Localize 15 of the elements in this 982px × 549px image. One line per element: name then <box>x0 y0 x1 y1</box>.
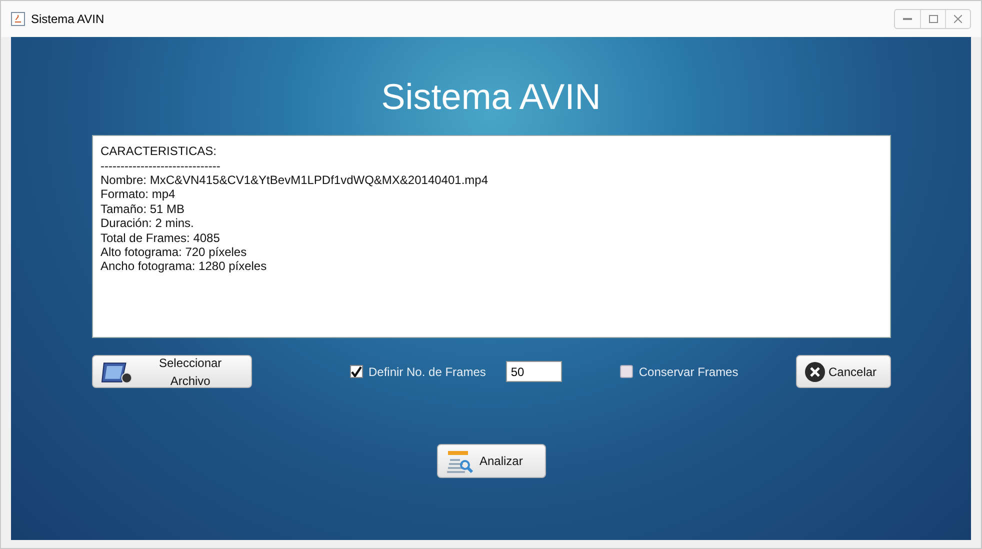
frames-field[interactable]: 50 <box>506 361 562 382</box>
window-title: Sistema AVIN <box>31 11 104 28</box>
keep-frames-checkbox[interactable] <box>620 365 633 378</box>
details-text: CARACTERISTICAS: ------------------------------ Nombre: MxC&VN415&CV1&YtBevM1LPDf1vdWQ&MX&20140401.mp4 Formato: mp4 Tamaño: 51 MB Duración: 2 mins. Total de Frames: 4085 Alto fotograma: 720 píxeles Ancho fotograma: 1280 píxeles <box>92 135 890 338</box>
analyze-button[interactable]: Analizar <box>436 444 546 478</box>
analyze-icon <box>446 448 474 474</box>
app-heading: Sistema AVIN <box>381 75 601 118</box>
frames-checkbox[interactable] <box>350 365 362 378</box>
app-icon <box>11 12 25 26</box>
option-label: Conservar Frames <box>638 364 738 381</box>
select-file-button[interactable]: Seleccionar Archivo <box>92 355 252 388</box>
option-label: Definir No. de Frames <box>368 364 486 381</box>
film-icon <box>100 360 134 384</box>
cancel-button[interactable]: Cancelar <box>796 355 890 388</box>
cancel-icon <box>804 362 824 382</box>
